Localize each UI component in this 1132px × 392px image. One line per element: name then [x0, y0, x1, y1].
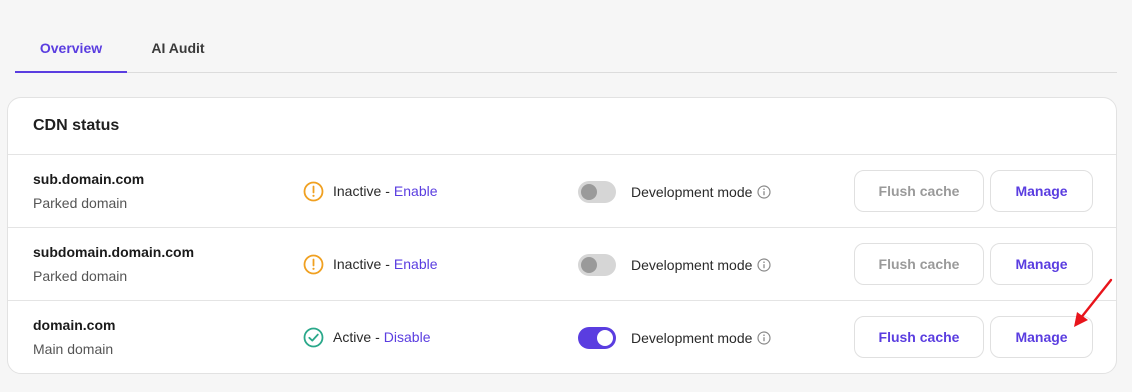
status-text: Inactive	[333, 183, 382, 199]
flush-cache-button[interactable]: Flush cache	[854, 243, 984, 285]
dev-mode-toggle[interactable]	[578, 181, 616, 203]
status-separator: -	[385, 183, 390, 199]
red-arrow-icon	[1074, 278, 1113, 327]
dev-mode-toggle[interactable]	[578, 254, 616, 276]
dev-mode-label: Development mode	[631, 181, 772, 203]
status-separator: -	[375, 329, 380, 345]
tab-ai-audit[interactable]: AI Audit	[127, 26, 229, 73]
cdn-status-card: CDN status sub.domain.com Parked domain …	[7, 97, 1117, 374]
info-icon[interactable]	[757, 185, 772, 199]
manage-button[interactable]: Manage	[990, 170, 1093, 212]
check-circle-icon	[303, 327, 324, 348]
status-text: Active	[333, 329, 372, 345]
domain-row: domain.com Main domain Active - Disable …	[8, 301, 1116, 373]
flush-cache-button[interactable]: Flush cache	[854, 316, 984, 358]
disable-link[interactable]: Disable	[384, 329, 431, 345]
status-separator: -	[385, 256, 390, 272]
tab-overview[interactable]: Overview	[15, 26, 127, 73]
status-text: Inactive	[333, 256, 382, 272]
enable-link[interactable]: Enable	[394, 183, 438, 199]
domain-name: subdomain.domain.com	[33, 244, 195, 260]
flush-cache-button[interactable]: Flush cache	[854, 170, 984, 212]
domain-name: domain.com	[33, 317, 116, 333]
cdn-status: Inactive - Enable	[303, 253, 438, 275]
tab-bar: Overview AI Audit	[15, 26, 1117, 73]
warning-circle-icon	[303, 254, 324, 275]
domain-type: Parked domain	[33, 268, 128, 284]
dev-mode-label: Development mode	[631, 254, 772, 276]
toggle-knob	[597, 330, 613, 346]
card-title: CDN status	[8, 98, 1116, 155]
cdn-status: Active - Disable	[303, 326, 431, 348]
toggle-knob	[581, 184, 597, 200]
domain-row: sub.domain.com Parked domain Inactive - …	[8, 155, 1116, 228]
cdn-status: Inactive - Enable	[303, 180, 438, 202]
info-icon[interactable]	[757, 258, 772, 272]
toggle-knob	[581, 257, 597, 273]
dev-mode-text: Development mode	[631, 330, 753, 346]
info-icon[interactable]	[757, 331, 772, 345]
domain-row: subdomain.domain.com Parked domain Inact…	[8, 228, 1116, 301]
dev-mode-text: Development mode	[631, 184, 753, 200]
domain-type: Parked domain	[33, 195, 128, 211]
dev-mode-toggle[interactable]	[578, 327, 616, 349]
domain-type: Main domain	[33, 341, 114, 357]
dev-mode-label: Development mode	[631, 327, 772, 349]
dev-mode-text: Development mode	[631, 257, 753, 273]
warning-circle-icon	[303, 181, 324, 202]
domain-name: sub.domain.com	[33, 171, 145, 187]
enable-link[interactable]: Enable	[394, 256, 438, 272]
